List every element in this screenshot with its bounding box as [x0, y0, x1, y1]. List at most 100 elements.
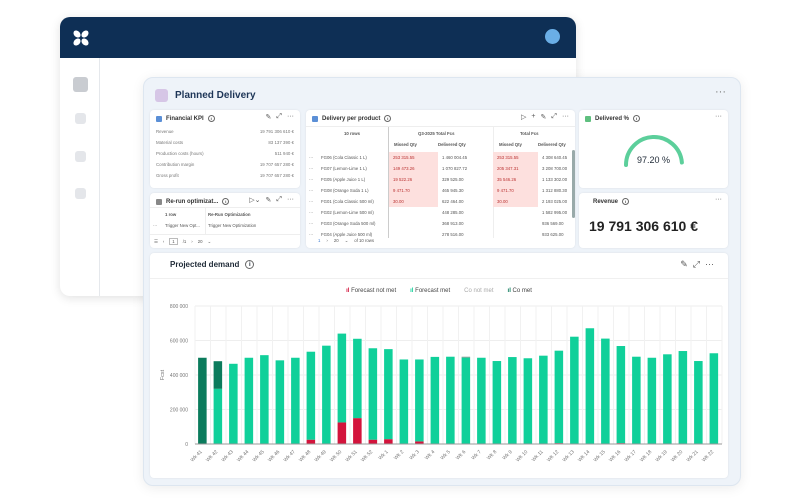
- bar-forecast-met[interactable]: [244, 357, 254, 444]
- bar-forecast-met[interactable]: [260, 355, 269, 444]
- bar-forecast-met[interactable]: [415, 359, 424, 442]
- bar-forecast-met[interactable]: [570, 336, 579, 444]
- info-icon[interactable]: i: [207, 115, 215, 122]
- bar-co-met[interactable]: [213, 361, 223, 389]
- expand-icon[interactable]: ⤢: [276, 113, 282, 121]
- bar-forecast-met[interactable]: [616, 346, 626, 444]
- row-menu-icon[interactable]: ···: [309, 199, 313, 204]
- bar-forecast-met[interactable]: [694, 361, 703, 444]
- bar-forecast-met[interactable]: [399, 359, 409, 444]
- table-cell[interactable]: Trigger New Opt...: [165, 223, 200, 228]
- user-avatar[interactable]: [545, 29, 560, 44]
- edit-icon[interactable]: ✎: [266, 113, 272, 121]
- run-icon[interactable]: ▷: [521, 113, 526, 121]
- row-menu-icon[interactable]: ···: [153, 223, 157, 228]
- edit-icon[interactable]: ✎: [266, 196, 272, 204]
- row-menu-icon[interactable]: ···: [309, 221, 313, 226]
- run-icon[interactable]: ▷⌄: [249, 196, 260, 204]
- bar-forecast-not-met[interactable]: [306, 439, 316, 444]
- row-menu-icon[interactable]: ···: [309, 232, 313, 237]
- bar-forecast-met[interactable]: [647, 357, 657, 444]
- more-icon[interactable]: ···: [715, 86, 726, 98]
- x-tick-label: Wk 13: [562, 449, 576, 463]
- bar-forecast-met[interactable]: [523, 358, 533, 444]
- bar-forecast-met[interactable]: [678, 351, 688, 444]
- bar-forecast-met[interactable]: [601, 338, 610, 444]
- column-header[interactable]: Delivered Qty: [538, 142, 566, 147]
- bar-forecast-not-met[interactable]: [368, 439, 378, 444]
- menu-icon[interactable]: ☰: [154, 239, 158, 245]
- x-logo-icon[interactable]: [72, 29, 90, 47]
- column-header: 10 rows: [344, 131, 361, 136]
- bar-forecast-met[interactable]: [213, 388, 223, 444]
- bar-forecast-met[interactable]: [368, 348, 378, 440]
- bar-forecast-not-met[interactable]: [337, 422, 347, 444]
- table-cell[interactable]: Trigger New Optimization: [208, 223, 256, 228]
- bar-forecast-met[interactable]: [384, 349, 393, 440]
- bar-forecast-met[interactable]: [709, 353, 719, 444]
- info-icon[interactable]: i: [384, 115, 392, 122]
- page-input[interactable]: 1: [169, 238, 178, 245]
- table-cell: 1 460 004.45: [442, 155, 468, 160]
- add-icon[interactable]: +: [531, 113, 535, 121]
- bar-forecast-met[interactable]: [291, 357, 300, 444]
- table-cell: [389, 207, 438, 218]
- row-menu-icon[interactable]: ···: [309, 210, 313, 215]
- bar-forecast-met[interactable]: [353, 338, 362, 419]
- bar-forecast-met[interactable]: [508, 357, 517, 444]
- row-menu-icon[interactable]: ···: [309, 155, 313, 160]
- per-page-select[interactable]: 20: [334, 238, 339, 244]
- bar-forecast-met[interactable]: [322, 345, 331, 444]
- y-tick-label: 400 000: [170, 373, 188, 379]
- edit-icon[interactable]: ✎: [541, 113, 547, 121]
- column-header[interactable]: Missed Qty: [499, 142, 522, 147]
- more-icon[interactable]: ···: [287, 113, 294, 121]
- page-count: /1: [182, 239, 187, 244]
- bar-forecast-met[interactable]: [337, 333, 347, 423]
- x-tick-label: Wk 48: [298, 449, 312, 463]
- bar-co-met[interactable]: [198, 357, 207, 444]
- row-menu-icon[interactable]: ···: [309, 166, 313, 171]
- bar-forecast-not-met[interactable]: [353, 418, 362, 444]
- info-icon[interactable]: i: [222, 198, 230, 205]
- sidebar-item-icon[interactable]: [75, 151, 86, 162]
- delivery-per-product-widget: Delivery per product i ▷ + ✎ ⤢ ··· 10 rows Q3-…: [306, 110, 575, 248]
- page-input[interactable]: 1: [318, 238, 320, 244]
- per-page-select[interactable]: 20: [198, 239, 203, 244]
- table-cell: 205 347.31: [493, 163, 538, 174]
- more-icon[interactable]: ···: [287, 196, 294, 204]
- bar-forecast-met[interactable]: [554, 350, 564, 444]
- bar-forecast-met[interactable]: [229, 363, 238, 444]
- expand-icon[interactable]: ⤢: [276, 196, 282, 204]
- row-menu-icon[interactable]: ···: [309, 177, 313, 182]
- column-header[interactable]: Delivered Qty: [438, 142, 466, 147]
- expand-icon[interactable]: ⤢: [551, 113, 557, 121]
- column-header[interactable]: Missed Qty: [394, 142, 417, 147]
- bar-forecast-met[interactable]: [306, 351, 316, 440]
- bar-forecast-met[interactable]: [430, 356, 440, 444]
- bar-forecast-not-met[interactable]: [384, 439, 393, 444]
- bar-forecast-met[interactable]: [275, 360, 285, 444]
- bar-forecast-met[interactable]: [492, 361, 502, 444]
- more-icon[interactable]: ···: [715, 113, 722, 120]
- bar-forecast-met[interactable]: [585, 328, 595, 444]
- bar-forecast-met[interactable]: [632, 356, 641, 444]
- scrollbar[interactable]: [572, 150, 575, 218]
- sidebar-item-icon[interactable]: [75, 188, 86, 199]
- product-name: FG06 (Cola Classic 1 L): [321, 155, 367, 160]
- info-icon[interactable]: i: [622, 198, 630, 205]
- sidebar-item-icon[interactable]: [75, 113, 86, 124]
- bar-forecast-met[interactable]: [477, 357, 486, 444]
- bar-co-not-met[interactable]: [461, 356, 471, 358]
- row-menu-icon[interactable]: ···: [309, 188, 313, 193]
- sidebar-item-icon[interactable]: [73, 77, 88, 92]
- bar-forecast-met[interactable]: [461, 357, 471, 444]
- more-icon[interactable]: ···: [562, 113, 569, 121]
- bar-forecast-met[interactable]: [446, 356, 455, 444]
- x-tick-label: Wk 1: [377, 449, 389, 461]
- bar-forecast-met[interactable]: [663, 354, 672, 444]
- info-icon[interactable]: i: [633, 115, 641, 122]
- bar-forecast-met[interactable]: [539, 355, 548, 444]
- kpi-label: Gross profit: [156, 173, 179, 178]
- more-icon[interactable]: ···: [715, 196, 722, 203]
